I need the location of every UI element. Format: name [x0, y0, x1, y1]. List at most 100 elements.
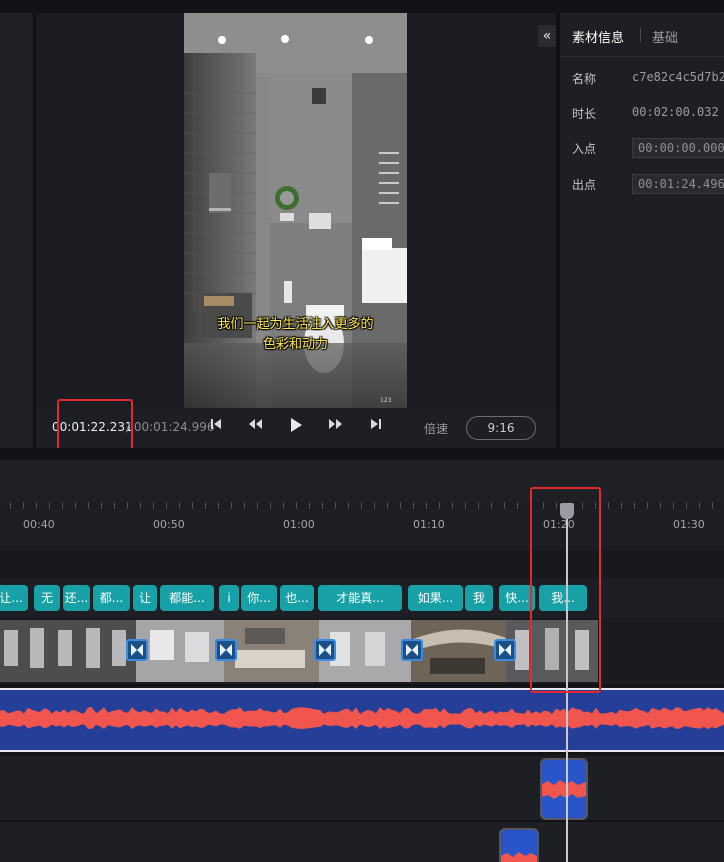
- ruler-tick: [49, 502, 50, 509]
- subtitle-clip[interactable]: 还...: [63, 585, 90, 611]
- ruler-tick: [283, 502, 284, 509]
- subtitle-clip[interactable]: 都...: [93, 585, 130, 611]
- subtitle-clip[interactable]: 也...: [280, 585, 314, 611]
- transition-icon[interactable]: [126, 639, 148, 661]
- ruler-tick: [218, 502, 219, 509]
- audio-track-2: [0, 756, 724, 820]
- in-point-field[interactable]: 00:00:00.000: [632, 138, 724, 158]
- tab-material-info[interactable]: 素材信息: [572, 27, 624, 46]
- ruler-label: 01:20: [543, 518, 575, 531]
- ruler-tick: [270, 502, 271, 509]
- subtitle-overlay: 我们一起为生活注入更多的 色彩和动力: [184, 315, 407, 355]
- subtitle-clip[interactable]: 你...: [241, 585, 277, 611]
- ruler-tick: [88, 502, 89, 509]
- transition-icon[interactable]: [494, 639, 516, 661]
- ruler-tick: [478, 502, 479, 509]
- ruler-tick: [257, 502, 258, 509]
- speed-button[interactable]: 倍速: [424, 420, 448, 437]
- ruler-tick: [452, 502, 453, 509]
- current-timecode: 00:01:22.231: [52, 420, 133, 434]
- subtitle-clip[interactable]: i: [219, 585, 239, 611]
- skip-end-icon[interactable]: [365, 417, 387, 435]
- ruler-tick: [62, 502, 63, 509]
- timeline-divider[interactable]: [0, 448, 724, 460]
- ruler-tick: [712, 502, 713, 509]
- ruler-tick: [23, 502, 24, 509]
- ruler-tick: [465, 502, 466, 509]
- ruler-label: 01:00: [283, 518, 315, 531]
- duration-label: 时长: [572, 107, 597, 121]
- collapse-panel-button[interactable]: «: [538, 25, 556, 47]
- ruler-tick: [400, 502, 401, 509]
- out-point-label: 出点: [572, 178, 597, 192]
- media-panel-edge: [0, 13, 33, 448]
- transition-icon[interactable]: [215, 639, 237, 661]
- transition-icon[interactable]: [401, 639, 423, 661]
- preview-panel: 123 我们一起为生活注入更多的 色彩和动力: [36, 13, 556, 408]
- rewind-icon[interactable]: [244, 417, 266, 435]
- playhead-handle[interactable]: [560, 503, 574, 519]
- subtitle-line-2: 色彩和动力: [262, 337, 328, 352]
- ruler-tick: [10, 502, 11, 509]
- ruler-tick: [231, 502, 232, 509]
- subtitle-clip[interactable]: 都能...: [160, 585, 214, 611]
- ruler-tick: [192, 502, 193, 509]
- subtitle-clip[interactable]: 让: [133, 585, 157, 611]
- ruler-tick: [582, 502, 583, 509]
- video-preview[interactable]: 123 我们一起为生活注入更多的 色彩和动力: [184, 13, 407, 408]
- subtitle-clip[interactable]: 才能真...: [318, 585, 402, 611]
- tab-separator: [640, 28, 641, 42]
- ruler-label: 01:10: [413, 518, 445, 531]
- ruler-tick: [361, 502, 362, 509]
- ruler-tick: [413, 502, 414, 509]
- name-label: 名称: [572, 72, 597, 86]
- ruler-tick: [686, 502, 687, 509]
- audio-track[interactable]: [0, 688, 724, 752]
- ruler-tick: [179, 502, 180, 509]
- ruler-tick: [335, 502, 336, 509]
- ruler-tick: [140, 502, 141, 509]
- ruler-tick: [153, 502, 154, 509]
- subtitle-clip[interactable]: 让...: [0, 585, 28, 611]
- subtitle-clip[interactable]: 我: [465, 585, 493, 611]
- subtitle-clip[interactable]: 如果...: [408, 585, 463, 611]
- ruler-tick: [543, 502, 544, 509]
- ruler-tick: [699, 502, 700, 509]
- track-gap: [0, 550, 724, 578]
- tab-basic[interactable]: 基础: [652, 27, 678, 46]
- ruler-tick: [608, 502, 609, 509]
- audio-clip[interactable]: [499, 828, 539, 862]
- transition-icon[interactable]: [314, 639, 336, 661]
- video-editor: 123 我们一起为生活注入更多的 色彩和动力 « 00:01:22.231 / …: [0, 0, 724, 862]
- time-ruler[interactable]: 00:40 00:50 01:00 01:10 01:20 01:30: [0, 502, 724, 550]
- ruler-tick: [426, 502, 427, 509]
- ruler-tick: [621, 502, 622, 509]
- subtitle-clip[interactable]: 快...: [499, 585, 535, 611]
- ruler-tick: [556, 502, 557, 509]
- player-controls: 00:01:22.231 / 00:01:24.996 倍速 9:16: [36, 408, 556, 448]
- aspect-ratio-button[interactable]: 9:16: [466, 416, 536, 440]
- subtitle-clip[interactable]: 无: [34, 585, 60, 611]
- info-tabs: 素材信息 基础: [560, 13, 724, 57]
- ruler-tick: [387, 502, 388, 509]
- playhead[interactable]: [566, 512, 568, 862]
- ruler-tick: [517, 502, 518, 509]
- ruler-tick: [322, 502, 323, 509]
- skip-start-icon[interactable]: [205, 417, 227, 435]
- ruler-tick: [491, 502, 492, 509]
- timeline-toolbar: [0, 460, 724, 502]
- ruler-tick: [36, 502, 37, 509]
- play-icon[interactable]: [285, 417, 307, 437]
- subtitle-clip[interactable]: 我...: [539, 585, 587, 611]
- ruler-tick: [439, 502, 440, 509]
- info-panel: 素材信息 基础 名称 c7e82c4c5d7b2 时长 00:02:00.032…: [560, 13, 724, 448]
- in-point-label: 入点: [572, 142, 597, 156]
- out-point-field[interactable]: 00:01:24.496: [632, 174, 724, 194]
- video-track: [0, 618, 724, 684]
- top-strip: [0, 0, 724, 13]
- track-gap: [0, 752, 724, 754]
- ruler-tick: [504, 502, 505, 509]
- ruler-tick: [595, 502, 596, 509]
- audio-clip[interactable]: [540, 758, 588, 820]
- fast-forward-icon[interactable]: [325, 417, 347, 435]
